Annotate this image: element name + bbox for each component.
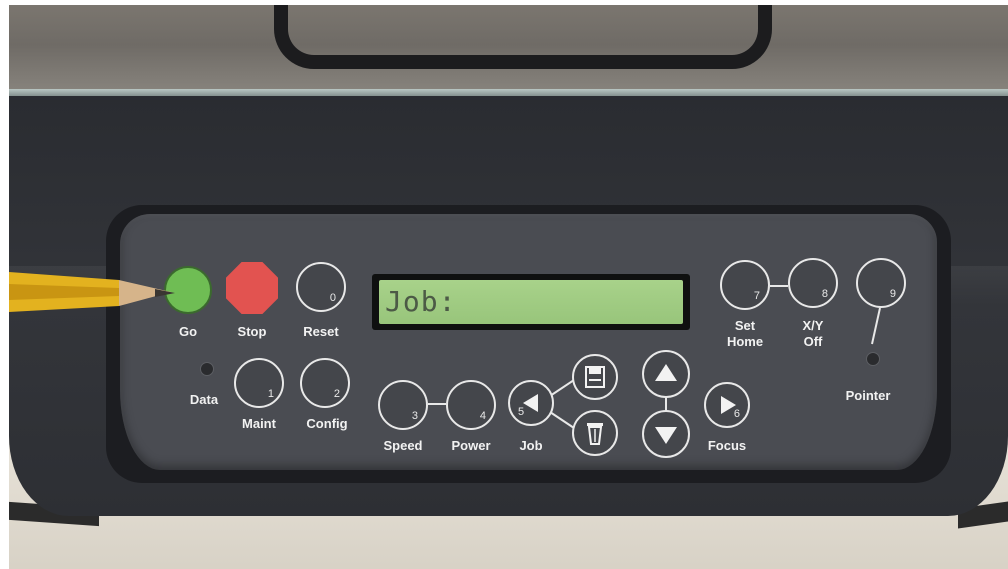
config-button[interactable]: 2 [300, 358, 350, 408]
speed-label: Speed [383, 438, 423, 453]
save-job-button[interactable] [572, 354, 618, 400]
focus-number: 6 [733, 408, 740, 420]
power-button[interactable]: 4 [446, 380, 496, 430]
save-icon [585, 366, 605, 388]
power-label: Power [451, 438, 491, 453]
set-home-label-line2: Home [726, 334, 764, 349]
arrow-right-icon [721, 396, 736, 414]
focus-label: Focus [707, 438, 747, 453]
lcd-display: Job: [372, 274, 690, 330]
stop-label: Stop [237, 324, 267, 339]
speed-button[interactable]: 3 [378, 380, 428, 430]
xy-off-number: 8 [821, 288, 828, 300]
arrow-down-icon [655, 427, 677, 444]
delete-job-button[interactable] [572, 410, 618, 456]
go-label: Go [178, 324, 198, 339]
xy-off-label-line1: X/Y [802, 318, 824, 333]
up-button[interactable] [642, 350, 690, 398]
set-home-number: 7 [753, 290, 760, 302]
xy-off-label-line2: Off [803, 334, 823, 349]
data-label: Data [189, 392, 219, 407]
pointer-button[interactable]: 9 [856, 258, 906, 308]
reset-label: Reset [303, 324, 339, 339]
maint-button[interactable]: 1 [234, 358, 284, 408]
job-label: Job [519, 438, 543, 453]
job-number: 5 [518, 406, 525, 418]
config-label: Config [306, 416, 348, 431]
down-button[interactable] [642, 410, 690, 458]
pointer-led [866, 352, 880, 366]
maint-number: 1 [267, 388, 274, 400]
reset-number: 0 [329, 292, 336, 304]
arrow-up-icon [655, 364, 677, 381]
pointer-label: Pointer [845, 388, 891, 403]
focus-button[interactable]: 6 [704, 382, 750, 428]
pointer-number: 9 [889, 288, 896, 300]
lcd-screen-text: Job: [379, 280, 683, 324]
xy-off-button[interactable]: 8 [788, 258, 838, 308]
maint-label: Maint [242, 416, 276, 431]
job-button[interactable]: 5 [508, 380, 554, 426]
trash-icon [587, 423, 603, 445]
set-home-button[interactable]: 7 [720, 260, 770, 310]
set-home-label-line1: Set [734, 318, 756, 333]
pencil [9, 272, 175, 312]
arrow-left-icon [523, 394, 538, 412]
config-number: 2 [333, 388, 340, 400]
speed-number: 3 [411, 410, 418, 422]
data-led [200, 362, 214, 376]
reset-button[interactable]: 0 [296, 262, 346, 312]
power-number: 4 [479, 410, 486, 422]
